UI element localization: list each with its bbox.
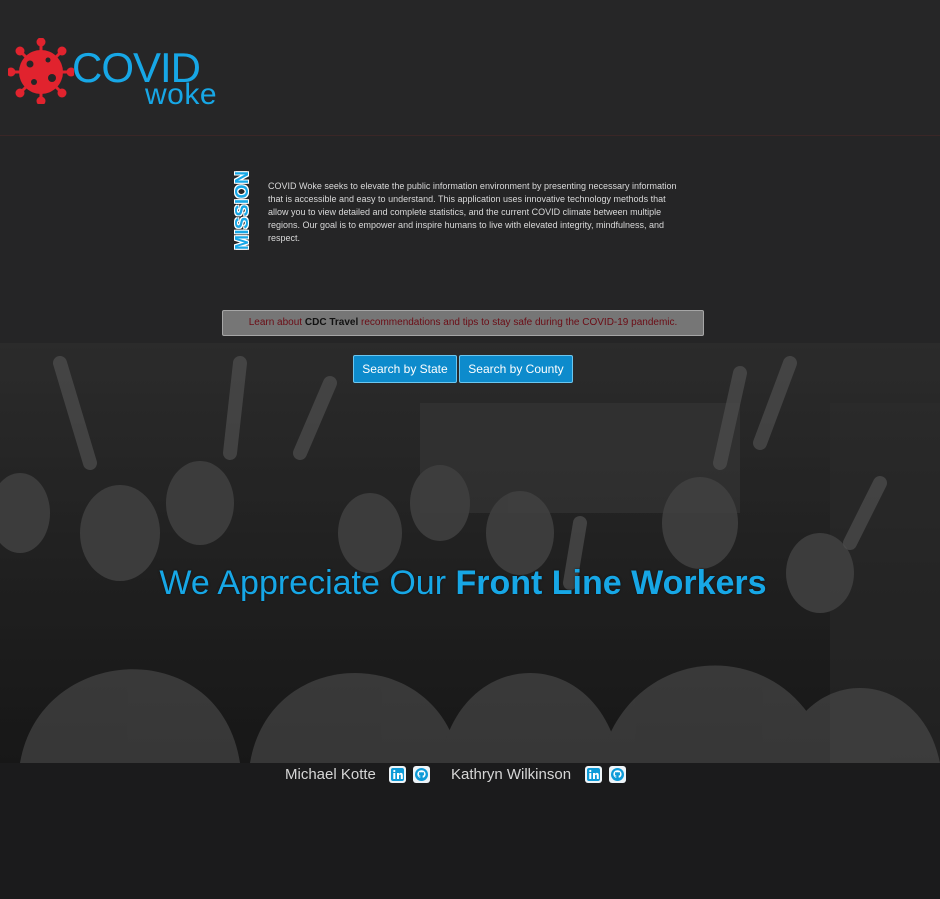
credit-name: Kathryn Wilkinson [451, 766, 572, 783]
hero-headline: We Appreciate Our Front Line Workers [0, 561, 926, 605]
github-icon[interactable] [413, 766, 430, 783]
cdc-travel-banner[interactable]: Learn about CDC Travel recommendations a… [222, 310, 704, 336]
covid-woke-logo[interactable]: COVID woke [8, 36, 238, 116]
cdc-banner-prefix: Learn about [248, 317, 305, 328]
logo-woke-text: woke [145, 78, 218, 111]
virus-icon [8, 38, 74, 104]
credit-name: Michael Kotte [285, 766, 376, 783]
linkedin-icon[interactable] [389, 766, 406, 783]
cdc-travel-link[interactable]: CDC Travel [305, 317, 358, 328]
linkedin-icon[interactable] [585, 766, 602, 783]
hero-photo-banner [0, 343, 940, 763]
front-line-workers-photo [0, 343, 940, 763]
cdc-banner-suffix: recommendations and tips to stay safe du… [358, 317, 678, 328]
mission-statement: COVID Woke seeks to elevate the public i… [268, 181, 677, 243]
hero-headline-plain: We Appreciate Our [159, 564, 456, 602]
hero-headline-strong: Front Line Workers [455, 564, 767, 602]
site-header: COVID woke [0, 0, 940, 136]
search-by-county-button[interactable]: Search by County [459, 355, 573, 383]
search-by-state-button[interactable]: Search by State [353, 355, 457, 383]
mission-heading: MISSION [232, 170, 252, 250]
github-icon[interactable] [609, 766, 626, 783]
